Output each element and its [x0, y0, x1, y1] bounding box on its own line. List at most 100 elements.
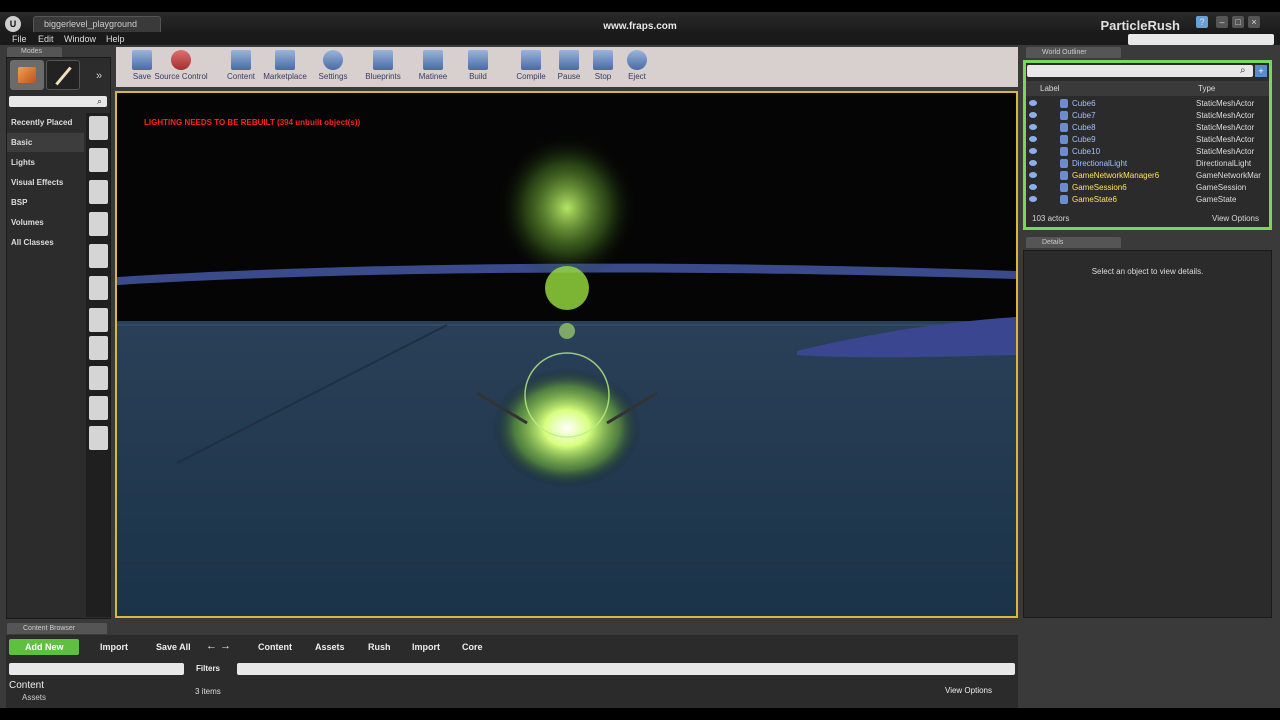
marketplace-button[interactable]: Marketplace — [260, 48, 310, 86]
asset-search-input[interactable] — [237, 663, 1015, 675]
eye-icon[interactable] — [1029, 160, 1037, 166]
breadcrumb-assets[interactable]: Assets — [315, 639, 345, 655]
eye-icon[interactable] — [1029, 172, 1037, 178]
outliner-row[interactable]: GameSession6 GameSession — [1026, 182, 1261, 194]
eject-icon — [627, 50, 647, 70]
outliner-row[interactable]: Cube10 StaticMeshActor — [1026, 146, 1261, 158]
category-all-classes[interactable]: All Classes — [7, 233, 84, 252]
asset-thumbnail[interactable] — [89, 426, 108, 450]
asset-thumbnail[interactable] — [89, 180, 108, 204]
eject-button[interactable]: Eject — [614, 48, 660, 86]
close-icon[interactable]: × — [1248, 16, 1260, 28]
eye-icon[interactable] — [1029, 148, 1037, 154]
matinee-button[interactable]: Matinee — [410, 48, 456, 86]
place-mode-icon[interactable] — [10, 60, 44, 90]
folder-assets[interactable]: Assets — [22, 693, 46, 702]
level-viewport[interactable]: LIGHTING NEEDS TO BE REBUILT (394 unbuil… — [115, 91, 1018, 618]
maximize-icon[interactable]: □ — [1232, 16, 1244, 28]
save-all-button[interactable]: Save All — [156, 639, 191, 655]
eye-icon[interactable] — [1029, 196, 1037, 202]
modes-search-input[interactable] — [9, 96, 107, 107]
help-icon[interactable]: ? — [1196, 16, 1208, 28]
category-visual-effects[interactable]: Visual Effects — [7, 173, 84, 192]
category-recently-placed[interactable]: Recently Placed — [7, 113, 84, 132]
outliner-view-options[interactable]: View Options — [1212, 214, 1259, 223]
stop-icon — [593, 50, 613, 70]
outliner-row[interactable]: GameNetworkManager6 GameNetworkMar — [1026, 170, 1261, 182]
asset-thumbnail[interactable] — [89, 396, 108, 420]
content-view-options[interactable]: View Options — [945, 686, 992, 695]
details-panel — [1023, 250, 1272, 618]
outliner-header: Label Type — [1026, 81, 1269, 96]
outliner-row[interactable]: DirectionalLight DirectionalLight — [1026, 158, 1261, 170]
modes-tab[interactable]: Modes — [7, 47, 62, 57]
eye-icon[interactable] — [1029, 100, 1037, 106]
outliner-search-input[interactable] — [1027, 65, 1253, 77]
asset-thumbnail[interactable] — [89, 308, 108, 332]
actor-type: GameNetworkMar — [1196, 171, 1261, 180]
asset-thumbnail[interactable] — [89, 276, 108, 300]
source-control-button[interactable]: Source Control — [150, 48, 212, 86]
lighting-warning: LIGHTING NEEDS TO BE REBUILT (394 unbuil… — [144, 118, 361, 127]
folder-search-input[interactable] — [9, 663, 184, 675]
menu-window[interactable]: Window — [64, 34, 96, 44]
global-search-input[interactable] — [1128, 34, 1274, 45]
outliner-row[interactable]: Cube8 StaticMeshActor — [1026, 122, 1261, 134]
menu-file[interactable]: File — [12, 34, 27, 44]
breadcrumb-content[interactable]: Content — [258, 639, 292, 655]
content-button[interactable]: Content — [218, 48, 264, 86]
category-basic[interactable]: Basic — [7, 133, 84, 152]
outliner-row[interactable]: Cube7 StaticMeshActor — [1026, 110, 1261, 122]
breadcrumb-import[interactable]: Import — [412, 639, 440, 655]
more-modes-icon[interactable]: » — [96, 70, 102, 82]
minimize-icon[interactable]: – — [1216, 16, 1228, 28]
import-button[interactable]: Import — [100, 639, 128, 655]
actor-icon — [1060, 123, 1068, 132]
build-button[interactable]: Build — [455, 48, 501, 86]
folder-content[interactable]: Content — [9, 680, 44, 691]
eye-icon[interactable] — [1029, 112, 1037, 118]
add-new-button[interactable]: Add New — [9, 639, 79, 655]
eye-icon[interactable] — [1029, 136, 1037, 142]
content-browser-tab[interactable]: Content Browser — [7, 623, 107, 634]
details-tab[interactable]: Details — [1026, 237, 1121, 248]
actor-type: StaticMeshActor — [1196, 99, 1255, 108]
category-bsp[interactable]: BSP — [7, 193, 84, 212]
outliner-row[interactable]: Cube6 StaticMeshActor — [1026, 98, 1261, 110]
actor-label: Cube7 — [1072, 111, 1096, 120]
breadcrumb-rush[interactable]: Rush — [368, 639, 391, 655]
actor-type: GameState — [1196, 195, 1237, 204]
column-type[interactable]: Type — [1198, 84, 1215, 93]
asset-thumbnail[interactable] — [89, 244, 108, 268]
blueprints-button[interactable]: Blueprints — [360, 48, 406, 86]
outliner-row[interactable]: Cube9 StaticMeshActor — [1026, 134, 1261, 146]
category-volumes[interactable]: Volumes — [7, 213, 84, 232]
forward-arrow-icon[interactable]: → — [220, 640, 231, 652]
outliner-options-icon[interactable]: + — [1255, 65, 1267, 77]
menu-edit[interactable]: Edit — [38, 34, 54, 44]
asset-thumbnail[interactable] — [89, 212, 108, 236]
settings-button[interactable]: Settings — [310, 48, 356, 86]
filters-button[interactable]: Filters — [193, 663, 235, 675]
menu-help[interactable]: Help — [106, 34, 125, 44]
actor-type: DirectionalLight — [1196, 159, 1252, 168]
fraps-watermark: www.fraps.com — [603, 21, 677, 32]
level-tab[interactable]: biggerlevel_playground — [33, 16, 161, 32]
outliner-row[interactable]: GameState6 GameState — [1026, 194, 1261, 206]
asset-thumbnail[interactable] — [89, 116, 108, 140]
category-lights[interactable]: Lights — [7, 153, 84, 172]
back-arrow-icon[interactable]: ← — [206, 640, 217, 652]
actor-label: Cube6 — [1072, 99, 1096, 108]
eye-icon[interactable] — [1029, 184, 1037, 190]
asset-thumbnail[interactable] — [89, 148, 108, 172]
breadcrumb-core[interactable]: Core — [462, 639, 483, 655]
project-name: ParticleRush — [1100, 18, 1180, 33]
asset-thumbnail[interactable] — [89, 366, 108, 390]
actor-label: Cube8 — [1072, 123, 1096, 132]
asset-thumbnail[interactable] — [89, 336, 108, 360]
eye-icon[interactable] — [1029, 124, 1037, 130]
world-outliner-tab[interactable]: World Outliner — [1026, 47, 1121, 58]
paint-mode-icon[interactable] — [46, 60, 80, 90]
column-label[interactable]: Label — [1040, 84, 1060, 93]
actor-icon — [1060, 183, 1068, 192]
